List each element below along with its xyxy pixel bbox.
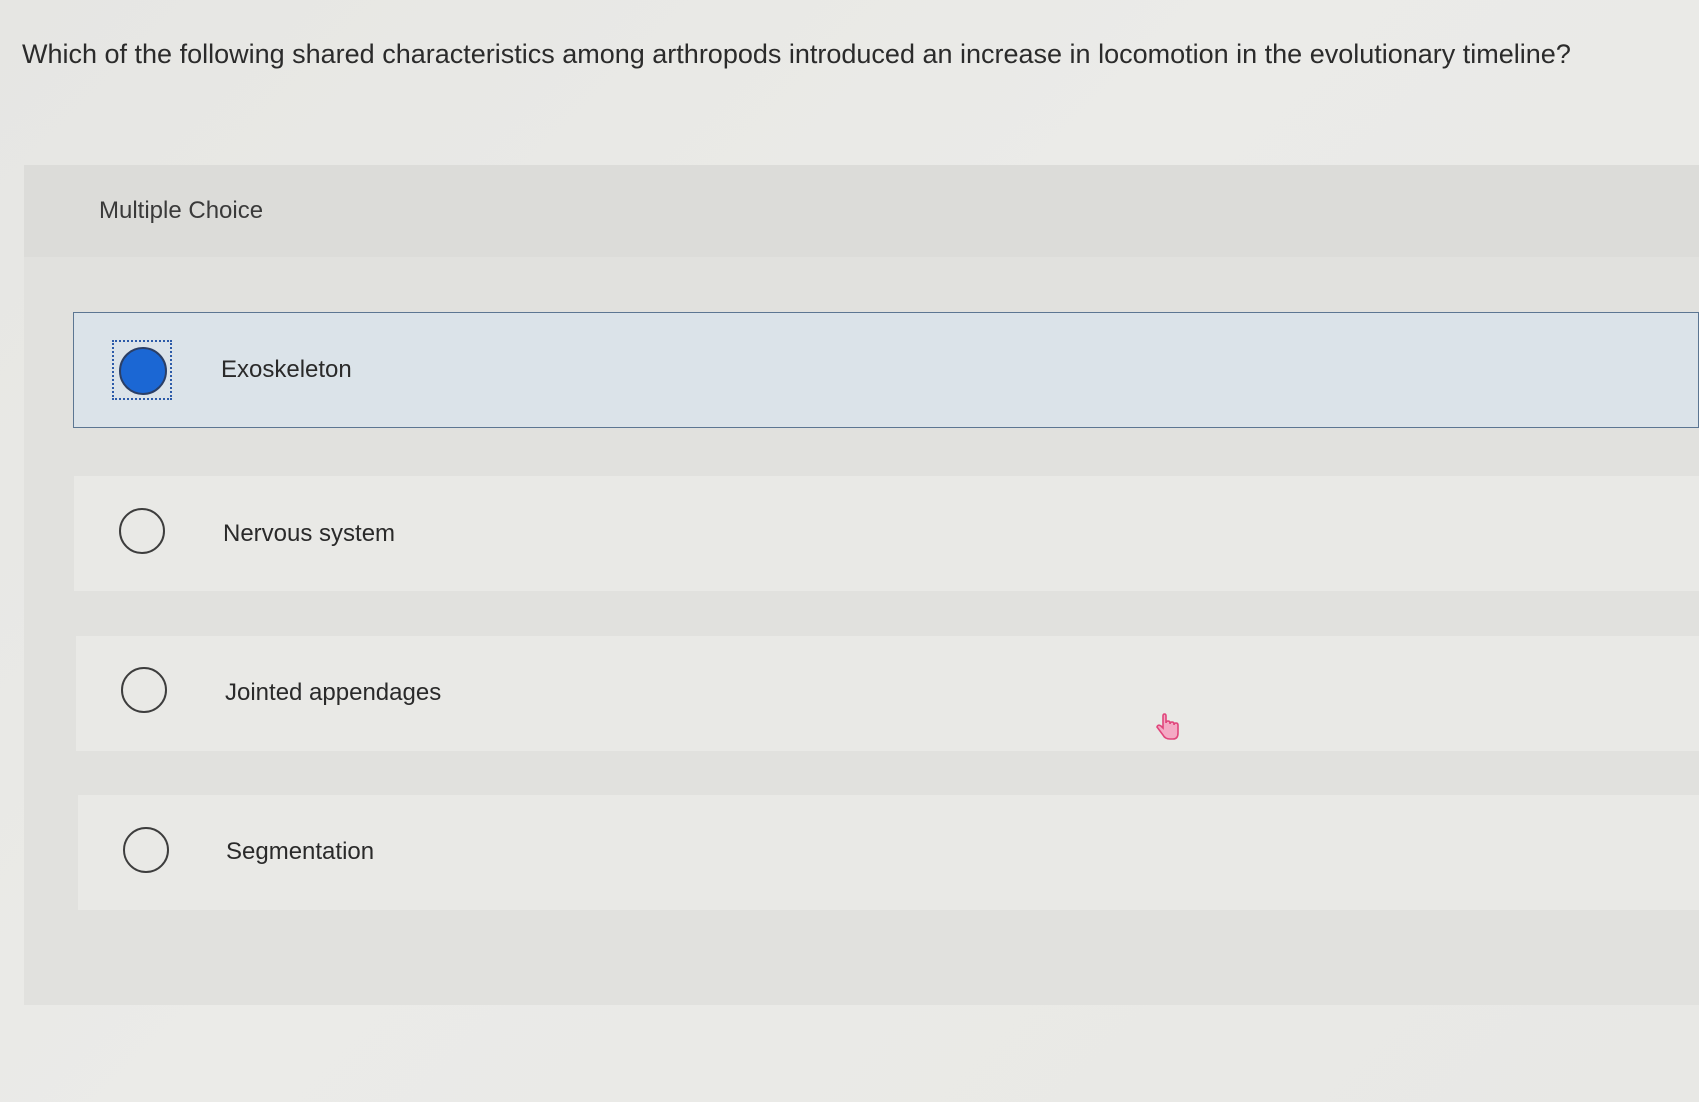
option-exoskeleton[interactable]: Exoskeleton (73, 312, 1699, 428)
radio-selected-icon[interactable] (119, 347, 167, 395)
question-text: Which of the following shared characteri… (22, 39, 1571, 69)
radio-unselected-icon[interactable] (119, 508, 165, 554)
option-label: Jointed appendages (225, 679, 442, 706)
radio-unselected-icon[interactable] (121, 667, 167, 713)
panel-header: Multiple Choice (24, 165, 1699, 257)
option-jointed-appendages[interactable]: Jointed appendages (76, 636, 1699, 751)
option-label: Exoskeleton (221, 356, 352, 383)
panel-title: Multiple Choice (99, 197, 264, 224)
option-label: Nervous system (223, 520, 396, 547)
option-label: Segmentation (226, 838, 375, 865)
option-nervous-system[interactable]: Nervous system (74, 476, 1699, 591)
radio-unselected-icon[interactable] (123, 827, 169, 873)
radio-focus-outline (112, 340, 172, 400)
hand-pointer-icon (1153, 713, 1183, 743)
option-segmentation[interactable]: Segmentation (78, 795, 1699, 910)
